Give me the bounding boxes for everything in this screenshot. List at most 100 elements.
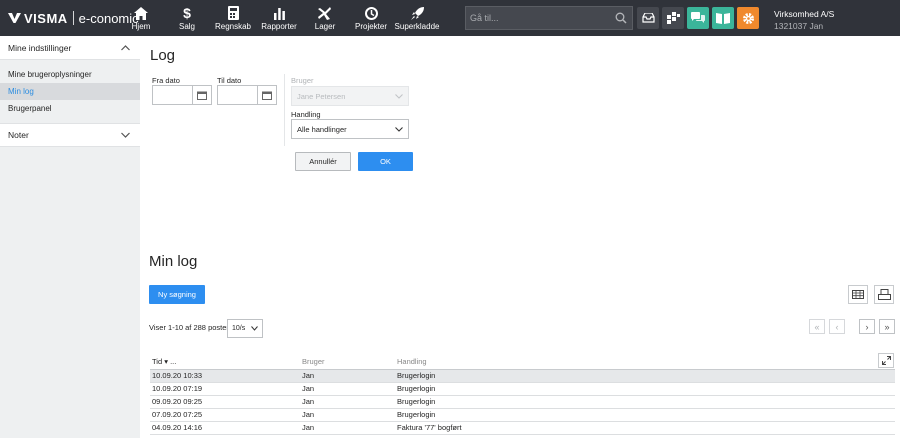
column-bruger[interactable]: Bruger	[300, 354, 395, 370]
nav-regnskab[interactable]: Regnskab	[214, 0, 252, 36]
to-date-field[interactable]	[217, 85, 277, 105]
user-select: Jane Petersen	[291, 86, 409, 106]
sidebar-item-brugerpanel[interactable]: Brugerpanel	[0, 100, 140, 117]
nav-label: Rapporter	[261, 22, 297, 31]
help-button[interactable]	[712, 7, 734, 29]
cell-tid: 10.09.20 10:33	[150, 369, 300, 383]
from-date-field[interactable]	[152, 85, 212, 105]
apps-icon	[666, 12, 680, 24]
nav-hjem[interactable]: Hjem	[125, 0, 157, 36]
user-label: Bruger	[291, 76, 314, 85]
page-title: Log	[150, 47, 176, 64]
column-handling[interactable]: Handling	[395, 354, 895, 370]
chevron-down-icon	[121, 132, 130, 138]
chat-icon	[691, 12, 705, 23]
search-input[interactable]: Gå til...	[465, 6, 633, 30]
inbox-icon	[641, 13, 655, 23]
sidebar-item-brugeroplysninger[interactable]: Mine brugeroplysninger	[0, 66, 140, 83]
ok-button[interactable]: OK	[358, 152, 413, 171]
nav-label: Superkladde	[394, 22, 440, 31]
next-page-button[interactable]: ›	[859, 319, 875, 334]
cell-bruger: Jan	[300, 382, 395, 396]
section-title: Min log	[149, 253, 198, 270]
cell-bruger: Jan	[300, 369, 395, 383]
cell-handling: Brugerlogin	[395, 369, 895, 383]
per-page-value: 10/s	[232, 325, 246, 332]
settings-button[interactable]	[737, 7, 759, 29]
calendar-icon[interactable]	[257, 86, 276, 104]
section-label: Noter	[8, 130, 29, 140]
table-row[interactable]: 10.09.20 10:33 Jan Brugerlogin	[150, 369, 895, 383]
action-select[interactable]: Alle handlinger	[291, 119, 409, 139]
logo[interactable]: VISMA e-conomic	[8, 10, 139, 26]
table-row[interactable]: 07.09.20 07:25 Jan Brugerlogin	[150, 408, 895, 422]
print-button[interactable]	[874, 285, 894, 304]
log-table: Tid ▾ ... Bruger Handling 10.09.20 10:33…	[150, 354, 895, 435]
apps-button[interactable]	[662, 7, 684, 29]
section-label: Mine indstillinger	[8, 42, 72, 53]
prev-page-button[interactable]: ‹	[829, 319, 845, 334]
search-icon[interactable]	[614, 12, 628, 24]
chevron-down-icon	[395, 126, 403, 132]
nav-label: Salg	[178, 22, 195, 31]
table-row[interactable]: 04.09.20 14:16 Jan Faktura '77' bogført	[150, 421, 895, 435]
lager-icon	[318, 7, 331, 20]
sidebar: Mine indstillinger Mine brugeroplysninge…	[0, 36, 140, 438]
book-icon	[716, 12, 730, 24]
company-name: Virksomhed A/S	[774, 9, 835, 19]
sidebar-section-noter[interactable]: Noter	[0, 123, 140, 147]
gear-icon	[742, 12, 754, 24]
home-icon	[134, 7, 148, 20]
chevron-up-icon	[121, 44, 130, 50]
chevron-left-icon: ‹	[835, 321, 839, 332]
top-bar: VISMA e-conomic Hjem $ Salg Regnskab Rap…	[0, 0, 900, 36]
cell-handling: Faktura '77' bogført	[395, 421, 895, 435]
new-search-button[interactable]: Ny søgning	[149, 285, 205, 304]
divider	[284, 74, 285, 146]
cell-tid: 04.09.20 14:16	[150, 421, 300, 435]
main-content: Log Fra dato Til dato Bruger Jane Peters…	[140, 36, 900, 438]
cell-tid: 09.09.20 09:25	[150, 395, 300, 409]
per-page-select[interactable]: 10/s	[227, 319, 263, 338]
inbox-button[interactable]	[637, 7, 659, 29]
cell-tid: 10.09.20 07:19	[150, 382, 300, 396]
brand-name: VISMA	[24, 10, 68, 26]
cell-handling: Brugerlogin	[395, 395, 895, 409]
user-value: Jane Petersen	[297, 91, 346, 101]
chevron-down-icon	[395, 93, 403, 99]
sidebar-item-min-log[interactable]: Min log	[0, 83, 140, 100]
table-view-button[interactable]	[848, 285, 868, 304]
table-icon	[852, 290, 864, 299]
nav-rapporter[interactable]: Rapporter	[261, 0, 297, 36]
double-chevron-left-icon: «	[814, 321, 820, 332]
calendar-icon[interactable]	[192, 86, 211, 104]
cell-bruger: Jan	[300, 408, 395, 422]
first-page-button[interactable]: «	[809, 319, 825, 334]
cell-handling: Brugerlogin	[395, 408, 895, 422]
chat-button[interactable]	[687, 7, 709, 29]
cancel-button[interactable]: Annullér	[295, 152, 351, 171]
to-date-label: Til dato	[217, 76, 242, 85]
from-date-label: Fra dato	[152, 76, 180, 85]
expand-button[interactable]	[878, 353, 894, 368]
cell-handling: Brugerlogin	[395, 382, 895, 396]
printer-icon	[877, 289, 891, 300]
sidebar-section-mine-indstillinger[interactable]: Mine indstillinger	[0, 36, 140, 60]
table-row[interactable]: 09.09.20 09:25 Jan Brugerlogin	[150, 395, 895, 409]
last-page-button[interactable]: »	[879, 319, 895, 334]
nav-salg[interactable]: $ Salg	[172, 0, 202, 36]
cell-bruger: Jan	[300, 395, 395, 409]
calculator-icon	[227, 6, 239, 20]
table-row[interactable]: 10.09.20 07:19 Jan Brugerlogin	[150, 382, 895, 396]
cell-bruger: Jan	[300, 421, 395, 435]
nav-lager[interactable]: Lager	[312, 0, 338, 36]
company-info[interactable]: Virksomhed A/S 1321037 Jan	[774, 8, 834, 32]
pagination-info: Viser 1-10 af 288 poster	[149, 323, 229, 332]
column-tid[interactable]: Tid ▾ ...	[150, 354, 300, 370]
action-label: Handling	[291, 110, 321, 119]
search-placeholder: Gå til...	[470, 13, 499, 23]
nav-superkladde[interactable]: Superkladde	[394, 0, 440, 36]
nav-label: Regnskab	[214, 22, 252, 31]
nav-label: Hjem	[131, 22, 151, 31]
nav-projekter[interactable]: Projekter	[355, 0, 387, 36]
